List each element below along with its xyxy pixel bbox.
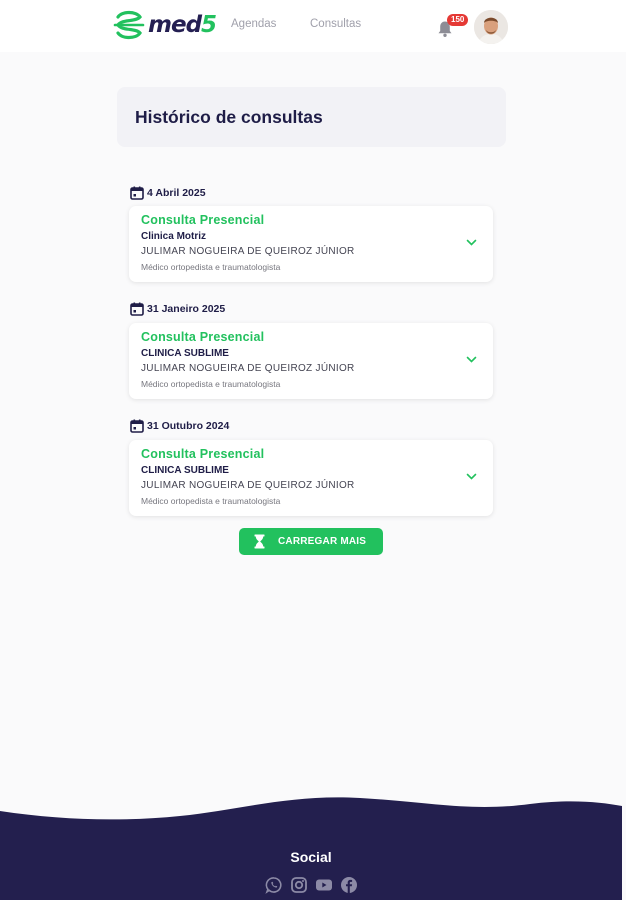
chevron-down-icon[interactable] [466,356,477,364]
top-header: med5 Agendas Consultas 150 [0,0,626,52]
logo-wordmark: med5 [148,12,217,38]
page-title: Histórico de consultas [135,107,323,127]
appointment-card[interactable]: Consulta Presencial Clinica Motriz JULIM… [129,206,493,282]
appointment-date: 4 Abril 2025 [147,187,206,199]
nav-agendas[interactable]: Agendas [231,18,276,30]
appointment-date: 31 Outubro 2024 [147,420,230,432]
user-avatar[interactable] [474,10,508,44]
appointment-type: Consulta Presencial [141,213,265,227]
calendar-icon [130,419,144,433]
med5-logo-icon [113,10,145,40]
clinic-name: Clinica Motriz [141,231,207,242]
youtube-icon[interactable] [315,876,333,894]
calendar-icon [130,186,144,200]
social-title: Social [290,849,332,865]
doctor-name: JULIMAR NOGUEIRA DE QUEIROZ JÚNIOR [141,480,355,491]
appointment-type: Consulta Presencial [141,447,265,461]
facebook-icon[interactable] [340,876,358,894]
whatsapp-icon[interactable] [265,876,283,894]
title-panel: Histórico de consultas [117,87,506,147]
doctor-name: JULIMAR NOGUEIRA DE QUEIROZ JÚNIOR [141,363,355,374]
notification-badge: 150 [447,14,469,26]
appointment-card[interactable]: Consulta Presencial CLINICA SUBLIME JULI… [129,440,493,516]
chevron-down-icon[interactable] [466,473,477,481]
social-icons [265,876,358,894]
appointment-type: Consulta Presencial [141,330,265,344]
appointment-card[interactable]: Consulta Presencial CLINICA SUBLIME JULI… [129,323,493,399]
clinic-name: CLINICA SUBLIME [141,465,229,476]
instagram-icon[interactable] [290,876,308,894]
nav-consultas[interactable]: Consultas [310,18,361,30]
med5-logo[interactable]: med5 [112,7,217,43]
appointment-date: 31 Janeiro 2025 [147,303,226,315]
doctor-specialty: Médico ortopedista e traumatologista [141,496,281,506]
date-header: 31 Janeiro 2025 [130,301,225,317]
hourglass-icon [254,534,265,549]
doctor-specialty: Médico ortopedista e traumatologista [141,262,281,272]
doctor-specialty: Médico ortopedista e traumatologista [141,379,281,389]
avatar-photo [474,10,508,44]
load-more-button[interactable]: CARREGAR MAIS [239,528,383,555]
doctor-name: JULIMAR NOGUEIRA DE QUEIROZ JÚNIOR [141,246,355,257]
calendar-icon [130,302,144,316]
load-more-label: CARREGAR MAIS [278,536,367,547]
date-header: 4 Abril 2025 [130,185,206,201]
chevron-down-icon[interactable] [466,239,477,247]
date-header: 31 Outubro 2024 [130,418,229,434]
clinic-name: CLINICA SUBLIME [141,348,229,359]
